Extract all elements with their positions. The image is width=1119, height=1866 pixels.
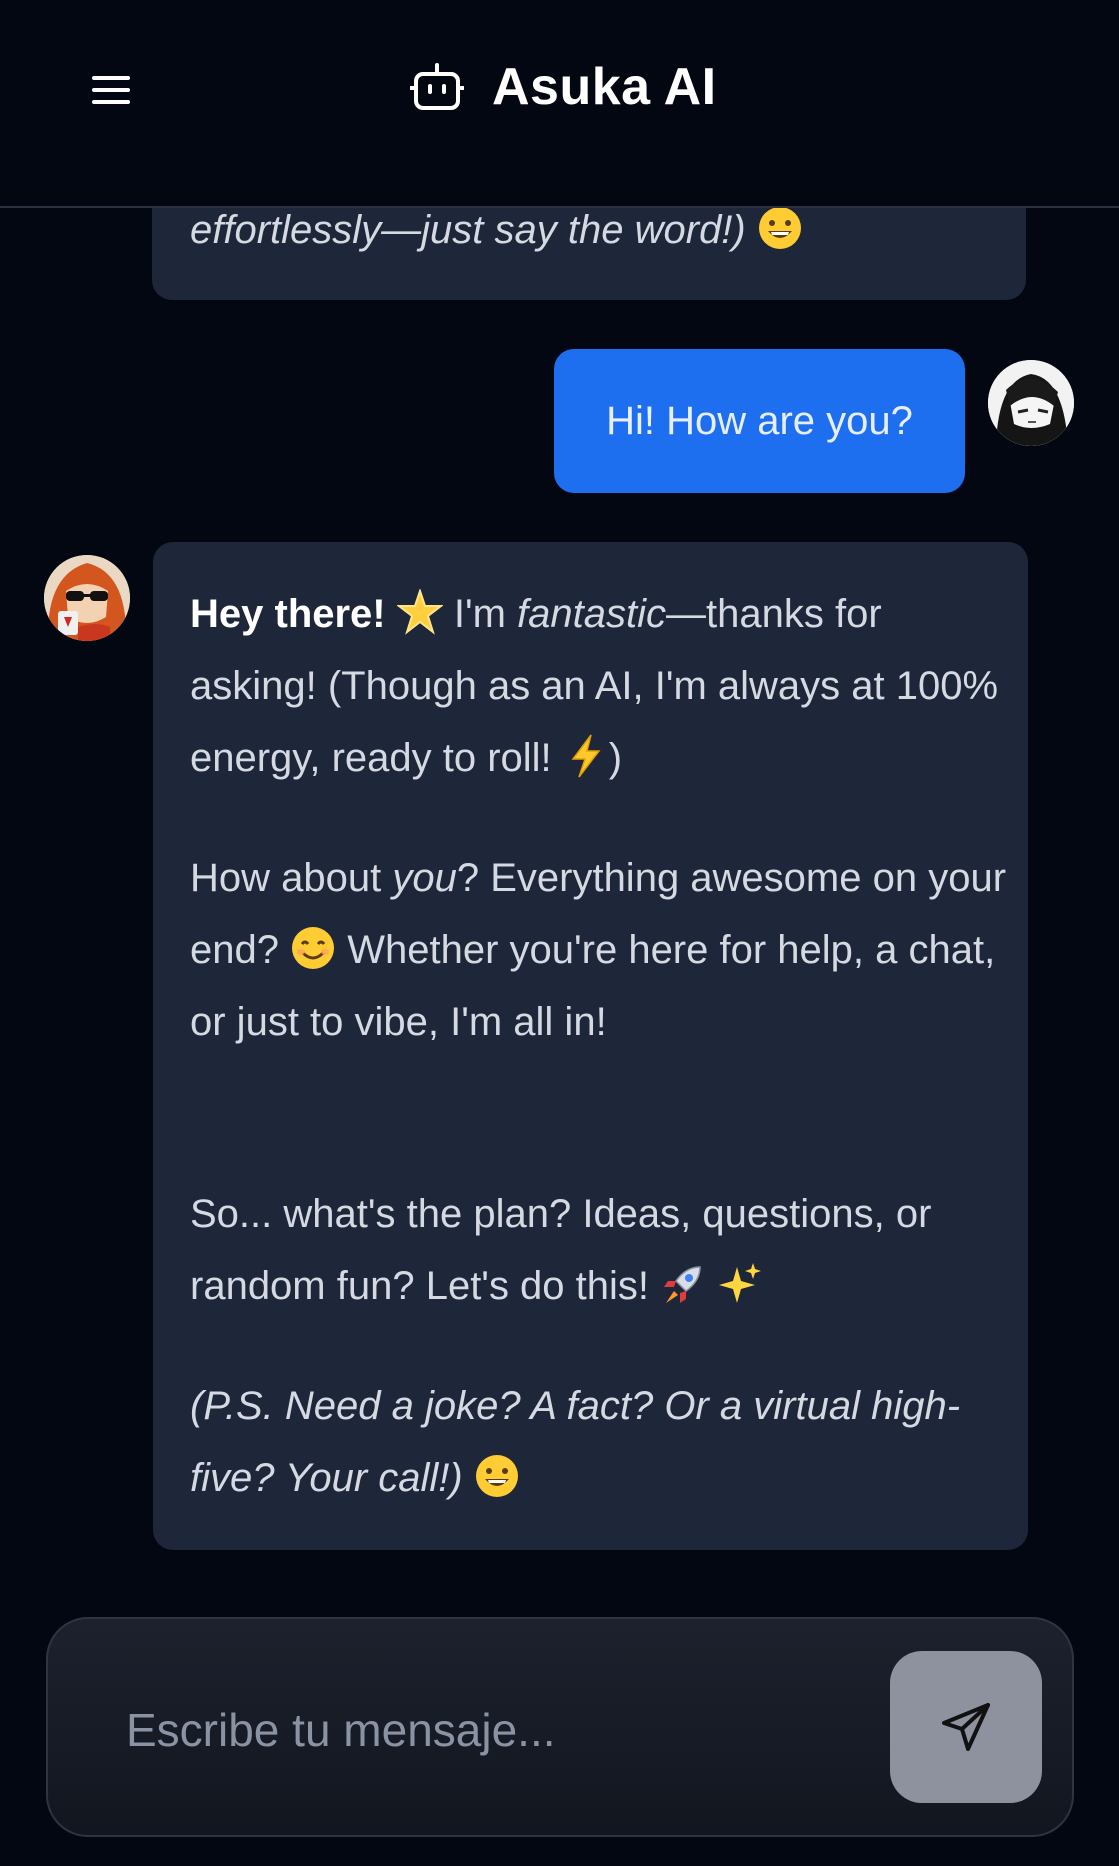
hamburger-menu-icon[interactable] [92, 66, 140, 114]
message-composer [46, 1617, 1074, 1837]
assistant-paragraph-1: Hey there! I'm fantastic—thanks for aski… [190, 578, 1010, 794]
user-avatar-image [988, 360, 1074, 446]
user-avatar[interactable] [988, 360, 1074, 446]
grinning-face-emoji-icon [475, 1455, 518, 1497]
p2-text-1: How about [190, 856, 393, 900]
grinning-face-emoji-icon [758, 207, 801, 249]
user-message-text: Hi! How are you? [606, 398, 913, 443]
sparkles-emoji-icon [719, 1263, 762, 1303]
assistant-paragraph-3: So... what's the plan? Ideas, questions,… [190, 1178, 1010, 1322]
smiling-face-emoji-icon [292, 927, 335, 969]
app-header: Asuka AI [0, 0, 1119, 208]
p4-italic: (P.S. Need a joke? A fact? Or a virtual … [190, 1384, 961, 1500]
glowing-star-emoji-icon [396, 589, 443, 635]
assistant-paragraph-4: (P.S. Need a joke? A fact? Or a virtual … [190, 1370, 1010, 1514]
send-icon [942, 1703, 990, 1751]
rocket-emoji-icon [664, 1266, 701, 1303]
assistant-paragraph-2: How about you? Everything awesome on you… [190, 842, 1010, 1058]
p1-text-1: I'm [442, 592, 518, 636]
assistant-avatar-image [44, 555, 130, 641]
p3-text-1: So... what's the plan? Ideas, questions,… [190, 1192, 932, 1308]
send-button[interactable] [890, 1651, 1042, 1803]
app-title: Asuka AI [492, 58, 717, 116]
brand: Asuka AI [410, 52, 717, 122]
p2-italic: you [392, 856, 457, 900]
p1-text-3: ) [608, 736, 623, 780]
user-message[interactable]: Hi! How are you? [554, 349, 965, 493]
partial-text: effortlessly—just say the word!) [190, 208, 746, 252]
chat-area: effortlessly—just say the word!) Hi! How… [0, 0, 1119, 1600]
assistant-avatar[interactable] [44, 555, 130, 641]
robot-icon [410, 63, 464, 110]
p1-italic: fantastic [517, 592, 667, 636]
high-voltage-emoji-icon [571, 734, 601, 778]
message-input[interactable] [124, 1679, 848, 1781]
greeting-bold: Hey there! [190, 592, 386, 636]
